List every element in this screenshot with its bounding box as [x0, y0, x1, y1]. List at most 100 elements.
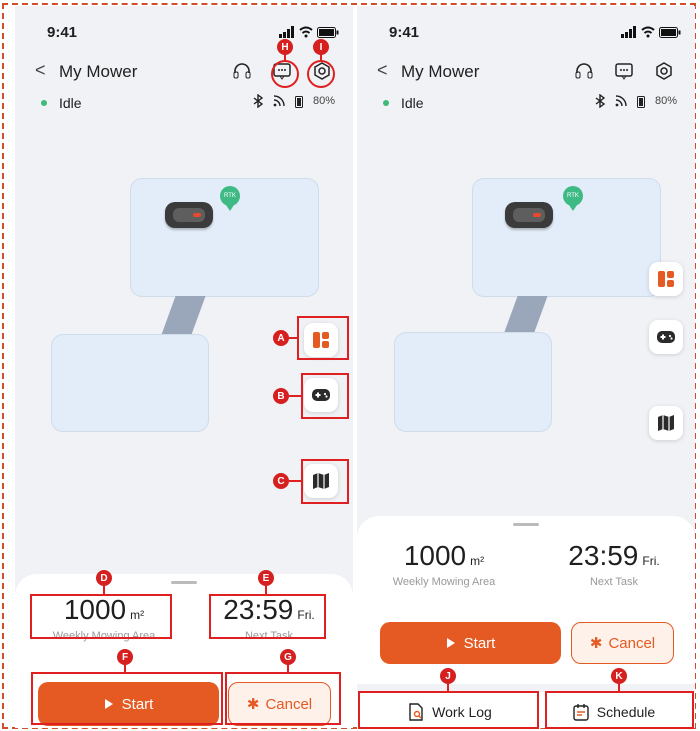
sheet-handle[interactable] [513, 523, 539, 526]
bluetooth-icon [253, 94, 263, 108]
network-icon [273, 95, 285, 107]
status-dot [41, 100, 47, 106]
annotation-marker-e: E [258, 570, 274, 586]
start-label: Start [463, 634, 496, 652]
headset-icon[interactable] [571, 58, 597, 84]
header: < My Mower [377, 58, 677, 88]
status-time: 9:41 [47, 24, 78, 41]
page-title: My Mower [59, 62, 138, 81]
annotation-line-k [618, 684, 620, 693]
device-connection-status: 80% [595, 94, 677, 108]
header-actions [571, 58, 677, 84]
signal-icon [621, 26, 636, 38]
battery-percent: 80% [312, 95, 335, 107]
next-task-time: 23:59 [568, 540, 639, 571]
cancel-label: Cancel [608, 634, 656, 652]
map-button[interactable] [649, 406, 683, 440]
device-state-row: Idle 80% [35, 94, 335, 114]
rtk-station-marker: RTK [220, 186, 240, 211]
message-icon[interactable] [611, 58, 637, 84]
annotation-marker-g: G [280, 649, 296, 665]
annotation-marker-d: D [96, 570, 112, 586]
annotation-marker-a: A [273, 330, 289, 346]
annotation-box-b [301, 373, 349, 419]
area-label: Weekly Mowing Area [392, 576, 496, 588]
cancel-icon: ✱ [589, 635, 603, 652]
sheet-handle[interactable] [171, 581, 197, 584]
signal-icon [279, 26, 294, 38]
annotation-box-c [301, 459, 349, 504]
battery-level-icon [636, 95, 645, 108]
annotation-line-e [265, 586, 267, 596]
annotation-line-c [289, 480, 303, 482]
annotation-line-a [289, 337, 299, 339]
map-zone-lower[interactable] [394, 332, 552, 432]
status-bar: 9:41 [47, 24, 339, 44]
annotation-line-b [289, 395, 303, 397]
wifi-icon [641, 26, 655, 38]
rtk-station-marker: RTK [563, 186, 583, 211]
annotation-line-i [320, 54, 322, 62]
area-unit: m² [470, 554, 485, 568]
annotation-box-i [307, 60, 335, 88]
right-phone-screen: 9:41 < My Mower Idle 80% RTK 1000 m² Wee… [357, 6, 695, 728]
next-task-day: Fri. [642, 554, 660, 568]
annotation-line-h [284, 54, 286, 62]
annotation-line-j [447, 684, 449, 693]
annotation-marker-b: B [273, 388, 289, 404]
zone-edit-icon [658, 271, 674, 287]
battery-icon [317, 26, 339, 38]
annotation-box-j [358, 691, 539, 729]
next-task-label: Next Task [589, 576, 639, 588]
gamepad-icon [657, 331, 675, 343]
rtk-label: RTK [224, 193, 236, 199]
weekly-area-stat: 1000 m² Weekly Mowing Area [369, 540, 519, 588]
annotation-box-d [30, 594, 172, 639]
battery-level-icon [294, 95, 303, 108]
device-state: Idle [59, 95, 82, 111]
remote-control-button[interactable] [649, 320, 683, 354]
annotation-marker-h: H [277, 39, 293, 55]
headset-icon[interactable] [229, 58, 255, 84]
annotation-box-e [209, 594, 326, 639]
next-task-stat: 23:59 Fri. Next Task [553, 540, 675, 588]
cancel-button[interactable]: ✱ Cancel [571, 622, 674, 664]
bluetooth-icon [595, 94, 605, 108]
annotation-line-g [287, 664, 289, 674]
annotation-line-f [124, 664, 126, 674]
status-icons [621, 26, 681, 38]
annotation-marker-k: K [611, 668, 627, 684]
back-button[interactable]: < [377, 60, 388, 81]
area-value: 1000 [403, 540, 467, 571]
device-state-row: Idle 80% [377, 94, 677, 114]
annotation-box-a [297, 316, 349, 360]
annotation-marker-f: F [117, 649, 133, 665]
start-button[interactable]: Start [380, 622, 561, 664]
network-icon [615, 95, 627, 107]
annotation-box-g [225, 672, 341, 725]
annotation-box-f [31, 672, 223, 725]
mower-marker [165, 202, 213, 228]
status-icons [279, 26, 339, 38]
back-button[interactable]: < [35, 60, 46, 81]
battery-icon [659, 26, 681, 38]
annotation-line-d [103, 586, 105, 596]
annotation-box-k [545, 691, 694, 729]
wifi-icon [299, 26, 313, 38]
play-icon [446, 638, 455, 648]
device-connection-status: 80% [253, 94, 335, 108]
battery-percent: 80% [654, 95, 677, 107]
page-title: My Mower [401, 62, 480, 81]
mower-marker [505, 202, 553, 228]
status-bar: 9:41 [389, 24, 681, 44]
annotation-marker-c: C [273, 473, 289, 489]
annotation-marker-i: I [313, 39, 329, 55]
map-zone-lower[interactable] [51, 334, 209, 432]
zone-edit-button[interactable] [649, 262, 683, 296]
settings-icon[interactable] [651, 58, 677, 84]
annotation-marker-j: J [440, 668, 456, 684]
status-dot [383, 100, 389, 106]
annotation-box-h [271, 60, 299, 88]
device-state: Idle [401, 95, 424, 111]
status-time: 9:41 [389, 24, 420, 41]
